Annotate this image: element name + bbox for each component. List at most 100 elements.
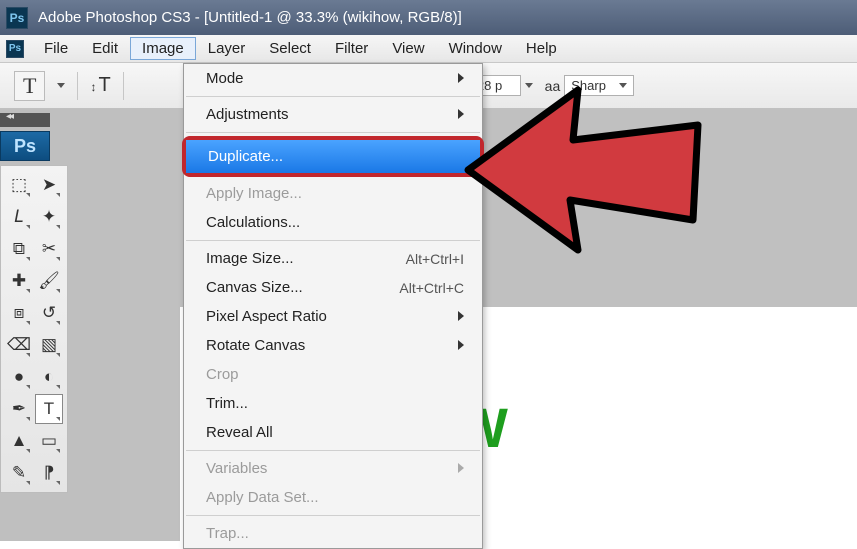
menu-item-canvas-size[interactable]: Canvas Size... Alt+Ctrl+C bbox=[184, 273, 482, 302]
font-size-caret-icon[interactable] bbox=[525, 83, 533, 88]
menu-item-mode[interactable]: Mode bbox=[184, 64, 482, 93]
menu-item-shortcut: Alt+Ctrl+C bbox=[399, 280, 464, 296]
history-brush-tool[interactable]: ↺ bbox=[35, 298, 63, 328]
flyout-indicator-icon bbox=[26, 481, 30, 485]
menu-item-image-size[interactable]: Image Size... Alt+Ctrl+I bbox=[184, 244, 482, 273]
menu-separator bbox=[186, 96, 480, 97]
menu-item-label: Pixel Aspect Ratio bbox=[206, 308, 327, 325]
flyout-indicator-icon bbox=[56, 257, 60, 261]
flyout-indicator-icon bbox=[56, 385, 60, 389]
flyout-indicator-icon bbox=[26, 289, 30, 293]
healing-brush-tool[interactable]: ✚ bbox=[5, 266, 33, 296]
gradient-tool[interactable]: ▧ bbox=[35, 330, 63, 360]
menu-item-trim[interactable]: Trim... bbox=[184, 389, 482, 418]
flyout-indicator-icon bbox=[26, 321, 30, 325]
flyout-indicator-icon bbox=[26, 449, 30, 453]
brush-tool[interactable]: 🖌 bbox=[35, 266, 63, 296]
menu-item-calculations[interactable]: Calculations... bbox=[184, 208, 482, 237]
flyout-indicator-icon bbox=[26, 385, 30, 389]
menu-item-label: Trim... bbox=[206, 395, 248, 412]
clone-stamp-tool[interactable]: ⧈ bbox=[5, 298, 33, 328]
move-tool[interactable]: ➤ bbox=[35, 170, 63, 200]
pen-tool[interactable]: ✒ bbox=[5, 394, 33, 424]
type-tool[interactable]: T bbox=[35, 394, 63, 424]
flyout-indicator-icon bbox=[56, 353, 60, 357]
menu-help[interactable]: Help bbox=[514, 37, 569, 60]
flyout-indicator-icon bbox=[26, 257, 30, 261]
magic-wand-tool[interactable]: ✦ bbox=[35, 202, 63, 232]
flyout-indicator-icon bbox=[56, 193, 60, 197]
menu-item-label: Rotate Canvas bbox=[206, 337, 305, 354]
menu-item-label: Reveal All bbox=[206, 424, 273, 441]
path-selection-tool[interactable]: ▲ bbox=[5, 426, 33, 456]
menu-item-label: Image Size... bbox=[206, 250, 294, 267]
antialias-icon: aa bbox=[545, 78, 561, 94]
menu-separator bbox=[186, 450, 480, 451]
app-small-icon: Ps bbox=[6, 40, 24, 58]
menu-item-trap: Trap... bbox=[184, 519, 482, 548]
text-orientation-button[interactable]: ↕ T bbox=[90, 74, 110, 97]
menu-file[interactable]: File bbox=[32, 37, 80, 60]
submenu-arrow-icon bbox=[458, 70, 464, 87]
app-icon: Ps bbox=[6, 7, 28, 29]
notes-tool[interactable]: ✎ bbox=[5, 458, 33, 488]
menu-item-duplicate[interactable]: Duplicate... bbox=[186, 140, 480, 173]
submenu-arrow-icon bbox=[458, 460, 464, 477]
menu-item-apply-image: Apply Image... bbox=[184, 179, 482, 208]
ps-palette-header[interactable]: Ps bbox=[0, 131, 50, 161]
menu-view[interactable]: View bbox=[380, 37, 436, 60]
flyout-indicator-icon bbox=[56, 481, 60, 485]
menu-select[interactable]: Select bbox=[257, 37, 323, 60]
lasso-tool[interactable]: 𝘓 bbox=[5, 202, 33, 232]
menu-item-label: Mode bbox=[206, 70, 244, 87]
palette-collapse-icon[interactable] bbox=[0, 113, 50, 127]
flyout-indicator-icon bbox=[26, 417, 30, 421]
flyout-indicator-icon bbox=[56, 321, 60, 325]
menu-item-variables: Variables bbox=[184, 454, 482, 483]
dodge-tool[interactable]: ◐ bbox=[35, 362, 63, 392]
toolbox: ⬚➤𝘓✦⧉✂✚🖌⧈↺⌫▧●◐✒T▲▭✎⁋ bbox=[0, 165, 68, 493]
menu-item-rotate-canvas[interactable]: Rotate Canvas bbox=[184, 331, 482, 360]
submenu-arrow-icon bbox=[458, 308, 464, 325]
left-dock: Ps ⬚➤𝘓✦⧉✂✚🖌⧈↺⌫▧●◐✒T▲▭✎⁋ bbox=[0, 109, 50, 541]
window-title: Adobe Photoshop CS3 - [Untitled-1 @ 33.3… bbox=[38, 9, 462, 26]
slice-tool[interactable]: ✂ bbox=[35, 234, 63, 264]
antialias-caret-icon bbox=[619, 83, 627, 88]
eyedropper-tool[interactable]: ⁋ bbox=[35, 458, 63, 488]
tool-preset-caret-icon[interactable] bbox=[57, 83, 65, 88]
menu-item-label: Adjustments bbox=[206, 106, 289, 123]
menu-item-crop: Crop bbox=[184, 360, 482, 389]
flyout-indicator-icon bbox=[56, 449, 60, 453]
menu-item-label: Canvas Size... bbox=[206, 279, 303, 296]
crop-tool[interactable]: ⧉ bbox=[5, 234, 33, 264]
menu-separator bbox=[186, 515, 480, 516]
tool-preset-icon[interactable]: T bbox=[14, 71, 45, 101]
menu-item-label: Crop bbox=[206, 366, 239, 383]
eraser-tool[interactable]: ⌫ bbox=[5, 330, 33, 360]
antialias-field[interactable]: Sharp bbox=[564, 75, 634, 96]
annotation-highlight-box: Duplicate... bbox=[182, 136, 484, 177]
menu-item-adjustments[interactable]: Adjustments bbox=[184, 100, 482, 129]
submenu-arrow-icon bbox=[458, 337, 464, 354]
menu-filter[interactable]: Filter bbox=[323, 37, 380, 60]
blur-tool[interactable]: ● bbox=[5, 362, 33, 392]
menu-item-reveal-all[interactable]: Reveal All bbox=[184, 418, 482, 447]
flyout-indicator-icon bbox=[26, 193, 30, 197]
menu-layer[interactable]: Layer bbox=[196, 37, 258, 60]
marquee-tool[interactable]: ⬚ bbox=[5, 170, 33, 200]
flyout-indicator-icon bbox=[26, 225, 30, 229]
menu-item-shortcut: Alt+Ctrl+I bbox=[406, 251, 464, 267]
antialias-control: aa Sharp bbox=[545, 75, 635, 96]
menu-item-label: Apply Data Set... bbox=[206, 489, 319, 506]
image-menu-dropdown: Mode Adjustments Duplicate... Apply Image..… bbox=[183, 63, 483, 549]
menu-item-label: Variables bbox=[206, 460, 267, 477]
menu-image[interactable]: Image bbox=[130, 37, 196, 60]
menu-item-label: Apply Image... bbox=[206, 185, 302, 202]
menu-item-pixel-aspect-ratio[interactable]: Pixel Aspect Ratio bbox=[184, 302, 482, 331]
menubar: Ps File Edit Image Layer Select Filter V… bbox=[0, 35, 857, 63]
menu-item-label: Duplicate... bbox=[208, 148, 283, 165]
separator bbox=[123, 72, 124, 100]
shape-tool[interactable]: ▭ bbox=[35, 426, 63, 456]
menu-edit[interactable]: Edit bbox=[80, 37, 130, 60]
menu-window[interactable]: Window bbox=[437, 37, 514, 60]
